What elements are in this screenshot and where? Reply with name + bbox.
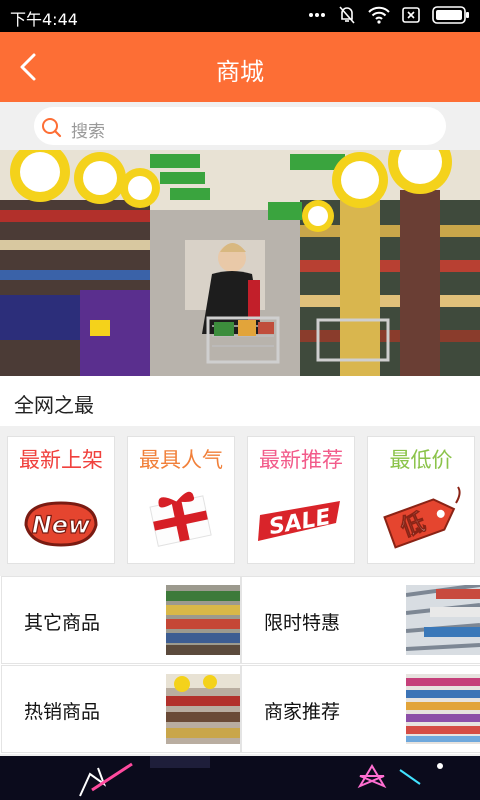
- category-merchant-picks[interactable]: 商家推荐: [241, 665, 480, 753]
- feature-tile-newest[interactable]: 最新上架 New: [7, 436, 115, 564]
- svg-text:SALE: SALE: [267, 505, 332, 540]
- bottom-banner[interactable]: [0, 756, 480, 800]
- feature-tiles: 最新上架 New 最具人气 最新推荐 SALE 最低价 低: [0, 426, 480, 574]
- feature-tile-recommended[interactable]: 最新推荐 SALE: [247, 436, 355, 564]
- status-time: 下午4:44: [10, 10, 78, 29]
- section-header: 全网之最: [0, 376, 480, 426]
- gift-box-icon: [149, 491, 212, 547]
- category-other-products[interactable]: 其它商品: [1, 576, 241, 664]
- price-tag-icon: 低: [383, 486, 461, 549]
- search-placeholder: 搜索: [71, 122, 105, 142]
- feature-label: 最低价: [389, 448, 453, 472]
- category-thumbnail: [406, 674, 480, 744]
- category-limited-offer[interactable]: 限时特惠: [241, 576, 480, 664]
- category-label: 限时特惠: [264, 612, 341, 634]
- category-label: 其它商品: [24, 612, 101, 634]
- category-grid: 其它商品 限时特惠 热销商品 商家推荐: [0, 576, 480, 754]
- category-thumbnail: [406, 585, 480, 655]
- close-box-icon: [402, 7, 420, 23]
- search-bar: 搜索: [0, 102, 480, 150]
- feature-label: 最具人气: [139, 448, 223, 472]
- sale-banner-icon: SALE: [258, 501, 340, 541]
- wifi-icon: [368, 6, 390, 24]
- page-title: 商城: [216, 58, 264, 86]
- search-input[interactable]: 搜索: [34, 107, 446, 145]
- app-header: 商城: [0, 32, 480, 102]
- search-icon: [41, 117, 63, 143]
- bell-off-icon: [338, 5, 356, 25]
- category-thumbnail: [166, 585, 240, 655]
- category-label: 商家推荐: [264, 701, 341, 723]
- category-thumbnail: [166, 674, 240, 744]
- status-bar: 下午4:44: [0, 0, 480, 32]
- category-label: 热销商品: [24, 701, 101, 723]
- feature-label: 最新推荐: [259, 448, 343, 472]
- promo-banner[interactable]: [0, 150, 480, 376]
- more-icon: [308, 12, 326, 18]
- feature-label: 最新上架: [19, 448, 103, 472]
- battery-icon: [432, 6, 470, 24]
- category-hot-sales[interactable]: 热销商品: [1, 665, 241, 753]
- feature-tile-lowest-price[interactable]: 最低价 低: [367, 436, 475, 564]
- feature-tile-popular[interactable]: 最具人气: [127, 436, 235, 564]
- new-badge-icon: New: [24, 501, 98, 547]
- svg-text:New: New: [32, 511, 91, 539]
- section-title: 全网之最: [14, 393, 94, 417]
